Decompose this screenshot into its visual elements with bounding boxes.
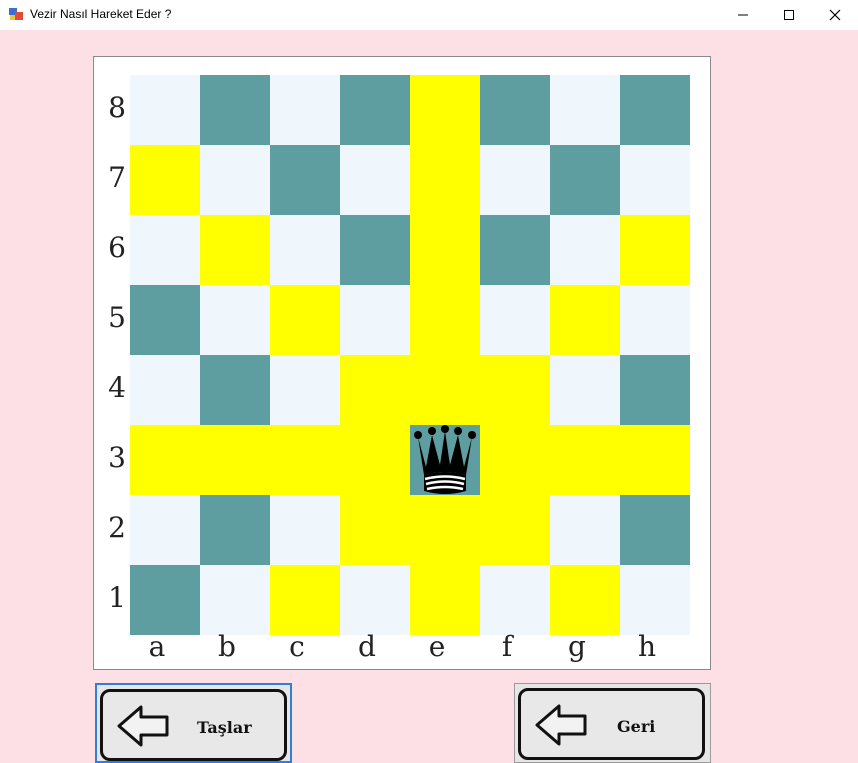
window-title: Vezir Nasıl Hareket Eder ?: [30, 7, 172, 21]
square-f7[interactable]: [480, 145, 550, 215]
square-e6[interactable]: [410, 215, 480, 285]
square-e5[interactable]: [410, 285, 480, 355]
square-d4[interactable]: [340, 355, 410, 425]
square-b6[interactable]: [200, 215, 270, 285]
square-c7[interactable]: [270, 145, 340, 215]
square-a5[interactable]: [130, 285, 200, 355]
maximize-icon: [784, 10, 794, 20]
file-label-d: d: [358, 630, 376, 663]
square-b1[interactable]: [200, 565, 270, 635]
back-button[interactable]: Geri: [514, 683, 711, 763]
square-a8[interactable]: [130, 75, 200, 145]
file-label-b: b: [218, 630, 236, 663]
rank-label-5: 5: [108, 301, 126, 334]
rank-label-8: 8: [108, 91, 126, 124]
file-label-c: c: [289, 630, 305, 663]
square-f1[interactable]: [480, 565, 550, 635]
file-label-f: f: [501, 630, 513, 663]
square-d2[interactable]: [340, 495, 410, 565]
square-c4[interactable]: [270, 355, 340, 425]
app-icon: [9, 8, 23, 20]
minimize-icon: [738, 14, 748, 16]
square-a1[interactable]: [130, 565, 200, 635]
square-d8[interactable]: [340, 75, 410, 145]
square-c1[interactable]: [270, 565, 340, 635]
rank-label-2: 2: [108, 511, 126, 544]
rank-label-6: 6: [108, 231, 126, 264]
square-h5[interactable]: [620, 285, 690, 355]
square-d5[interactable]: [340, 285, 410, 355]
square-d1[interactable]: [340, 565, 410, 635]
square-c8[interactable]: [270, 75, 340, 145]
square-f4[interactable]: [480, 355, 550, 425]
file-label-g: g: [568, 630, 586, 663]
file-label-a: a: [148, 630, 166, 663]
pieces-button-label: Taşlar: [197, 718, 252, 737]
square-g2[interactable]: [550, 495, 620, 565]
square-c5[interactable]: [270, 285, 340, 355]
square-g3[interactable]: [550, 425, 620, 495]
square-b3[interactable]: [200, 425, 270, 495]
square-b7[interactable]: [200, 145, 270, 215]
square-a2[interactable]: [130, 495, 200, 565]
square-g8[interactable]: [550, 75, 620, 145]
square-h7[interactable]: [620, 145, 690, 215]
square-f5[interactable]: [480, 285, 550, 355]
back-button-label: Geri: [617, 717, 656, 736]
square-g1[interactable]: [550, 565, 620, 635]
square-d3[interactable]: [340, 425, 410, 495]
square-e2[interactable]: [410, 495, 480, 565]
square-f3[interactable]: [480, 425, 550, 495]
square-a7[interactable]: [130, 145, 200, 215]
back-arrow-icon: [117, 705, 169, 747]
square-f2[interactable]: [480, 495, 550, 565]
square-c6[interactable]: [270, 215, 340, 285]
square-f6[interactable]: [480, 215, 550, 285]
rank-label-4: 4: [108, 371, 126, 404]
back-arrow-icon: [535, 704, 587, 746]
square-h6[interactable]: [620, 215, 690, 285]
square-a6[interactable]: [130, 215, 200, 285]
square-h3[interactable]: [620, 425, 690, 495]
queen-icon[interactable]: [410, 425, 480, 495]
square-g6[interactable]: [550, 215, 620, 285]
rank-label-7: 7: [108, 161, 126, 194]
file-label-e: e: [428, 630, 446, 663]
chess-board: [130, 75, 690, 635]
square-h1[interactable]: [620, 565, 690, 635]
square-b4[interactable]: [200, 355, 270, 425]
square-g7[interactable]: [550, 145, 620, 215]
square-h4[interactable]: [620, 355, 690, 425]
square-a4[interactable]: [130, 355, 200, 425]
square-g5[interactable]: [550, 285, 620, 355]
pieces-button[interactable]: Taşlar: [95, 683, 292, 763]
square-e3[interactable]: [410, 425, 480, 495]
square-a3[interactable]: [130, 425, 200, 495]
square-b8[interactable]: [200, 75, 270, 145]
square-e4[interactable]: [410, 355, 480, 425]
square-e7[interactable]: [410, 145, 480, 215]
square-g4[interactable]: [550, 355, 620, 425]
square-e1[interactable]: [410, 565, 480, 635]
square-f8[interactable]: [480, 75, 550, 145]
square-c3[interactable]: [270, 425, 340, 495]
close-icon: [829, 9, 841, 21]
file-label-h: h: [637, 630, 657, 663]
rank-label-3: 3: [108, 441, 126, 474]
rank-label-1: 1: [108, 581, 126, 614]
close-button[interactable]: [812, 0, 858, 30]
title-bar: Vezir Nasıl Hareket Eder ?: [0, 0, 858, 30]
square-e8[interactable]: [410, 75, 480, 145]
square-b2[interactable]: [200, 495, 270, 565]
square-b5[interactable]: [200, 285, 270, 355]
square-h2[interactable]: [620, 495, 690, 565]
square-h8[interactable]: [620, 75, 690, 145]
square-c2[interactable]: [270, 495, 340, 565]
square-d7[interactable]: [340, 145, 410, 215]
minimize-button[interactable]: [720, 0, 766, 30]
maximize-button[interactable]: [766, 0, 812, 30]
square-d6[interactable]: [340, 215, 410, 285]
